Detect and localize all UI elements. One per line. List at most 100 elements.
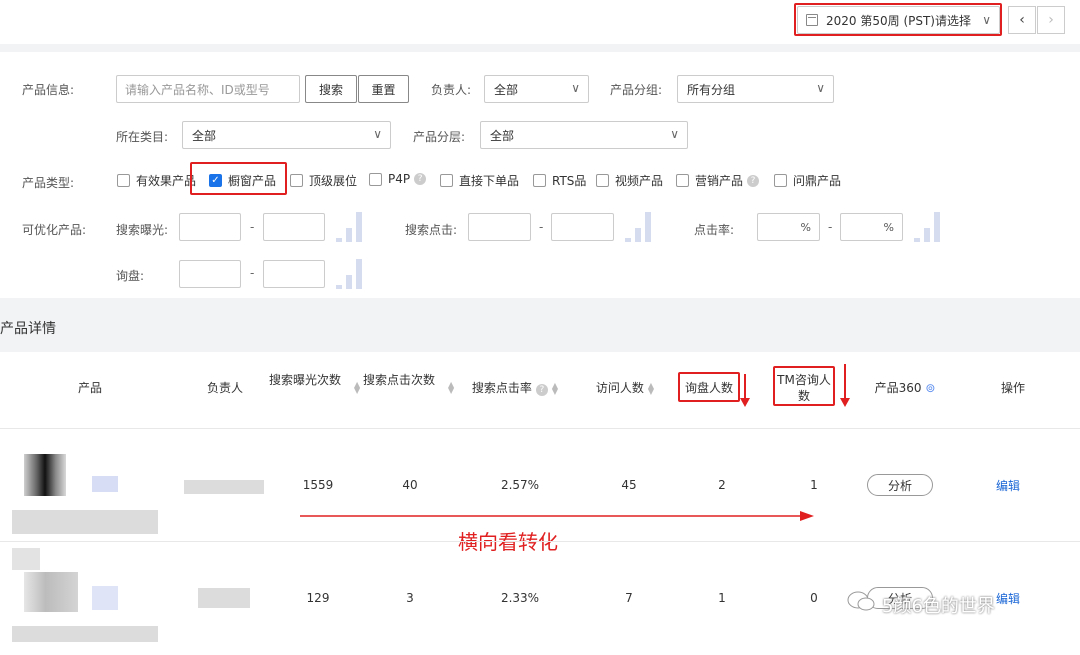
type-checkbox-wending[interactable]: 问鼎产品 (774, 172, 841, 189)
prev-week-button[interactable]: ‹ (1008, 6, 1036, 34)
chevron-left-icon: ‹ (1019, 12, 1025, 28)
tier-select[interactable]: 全部 ∨ (480, 121, 688, 149)
type-checkbox-p4p[interactable]: P4P? (369, 172, 427, 186)
bar-chart-icon (625, 212, 655, 242)
category-select[interactable]: 全部 ∨ (182, 121, 391, 149)
inquiry-min-input[interactable] (179, 260, 241, 288)
optimizable-label: 可优化产品: (22, 223, 87, 237)
checkbox-box[interactable] (533, 174, 546, 187)
percent-unit: % (883, 221, 894, 234)
exposure-min-input[interactable] (179, 213, 241, 241)
col-search-clicks[interactable]: 搜索点击次数 (362, 372, 436, 388)
range-dash: - (539, 220, 544, 234)
chevron-right-icon: › (1048, 12, 1054, 28)
owner-select[interactable]: 全部 ∨ (484, 75, 589, 103)
help-icon[interactable]: ? (535, 384, 548, 396)
cell-search-ctr: 2.57% (500, 478, 540, 492)
chevron-down-icon: ∨ (373, 127, 382, 141)
chevron-down-icon: ∨ (571, 81, 580, 95)
product-title-blur[interactable] (12, 510, 158, 534)
product-thumbnail[interactable] (24, 572, 78, 612)
col-search-ctr[interactable]: 搜索点击率? ▲ ▼ (460, 380, 570, 396)
owner-label: 负责人: (431, 83, 472, 97)
filter-panel: 产品信息: 请输入产品名称、ID或型号 搜索 重置 负责人: 全部 ∨ 产品分组… (0, 52, 1080, 298)
checkbox-box[interactable] (290, 174, 303, 187)
col-label: 搜索点击率 (471, 381, 532, 395)
edit-link[interactable]: 编辑 (996, 590, 1020, 607)
type-checkbox-top-booth[interactable]: 顶级展位 (290, 172, 357, 189)
product-search-input[interactable]: 请输入产品名称、ID或型号 (116, 75, 300, 103)
click-max-input[interactable] (551, 213, 614, 241)
range-dash: - (828, 220, 833, 234)
product-thumbnail[interactable] (12, 548, 40, 570)
exposure-max-input[interactable] (263, 213, 325, 241)
product-thumbnail[interactable] (24, 454, 66, 496)
edit-link[interactable]: 编辑 (996, 477, 1020, 494)
row-divider (0, 428, 1080, 429)
category-label: 所在类目: (116, 130, 169, 144)
next-week-button[interactable]: › (1037, 6, 1065, 34)
type-checkbox-rts[interactable]: RTS品 (533, 172, 586, 189)
owner-select-value: 全部 (494, 82, 519, 97)
col-visitors[interactable]: 访问人数 ▲ ▼ (585, 380, 665, 396)
search-click-label: 搜索点击: (405, 223, 458, 237)
cell-visitors: 7 (625, 591, 633, 605)
owner-blur (198, 588, 250, 608)
percent-unit: % (800, 221, 811, 234)
checkbox-box[interactable] (676, 174, 689, 187)
cell-tm-consult: 0 (810, 591, 818, 605)
bar-chart-icon (336, 259, 366, 289)
search-exposure-label: 搜索曝光: (116, 223, 169, 237)
product-badge (92, 476, 118, 492)
type-label: 直接下单品 (459, 174, 520, 188)
sort-icon[interactable]: ▲ ▼ (648, 381, 654, 395)
col-owner: 负责人 (206, 381, 243, 395)
help-icon[interactable]: ? (414, 173, 427, 185)
reset-button[interactable]: 重置 (358, 75, 409, 103)
type-label: 顶级展位 (309, 174, 358, 188)
sort-icon[interactable]: ▲ ▼ (448, 381, 454, 395)
group-label: 产品分组: (610, 83, 663, 97)
cell-search-ctr: 2.33% (500, 591, 540, 605)
row-divider (0, 541, 1080, 542)
ctr-max-input[interactable]: % (840, 213, 903, 241)
range-dash: - (250, 220, 255, 234)
checkbox-box[interactable] (440, 174, 453, 187)
col-search-exposure[interactable]: 搜索曝光次数 (268, 372, 342, 388)
product-badge (92, 586, 118, 610)
type-checkbox-marketing[interactable]: 营销产品? (676, 172, 760, 189)
type-checkbox-direct-order[interactable]: 直接下单品 (440, 172, 519, 189)
search-button[interactable]: 搜索 (305, 75, 357, 103)
col-label: 搜索点击次数 (362, 373, 435, 387)
sort-icon[interactable]: ▲ ▼ (354, 381, 360, 395)
ctr-min-input[interactable]: % (757, 213, 820, 241)
owner-blur (184, 480, 264, 494)
click-min-input[interactable] (468, 213, 531, 241)
checkbox-box[interactable] (369, 172, 382, 186)
wechat-icon (846, 590, 876, 612)
checkbox-box[interactable] (117, 174, 130, 187)
col-product: 产品 (77, 381, 102, 395)
col-label: 搜索曝光次数 (268, 373, 341, 387)
tier-select-value: 全部 (490, 128, 515, 143)
type-label: 问鼎产品 (793, 174, 842, 188)
cell-visitors: 45 (621, 478, 637, 492)
highlight-tm-consult (773, 366, 835, 406)
col-actions: 操作 (1000, 381, 1025, 395)
sort-icon[interactable]: ▲ ▼ (552, 381, 558, 395)
arrow-down-icon (840, 364, 850, 407)
analyze-button[interactable]: 分析 (867, 474, 933, 496)
inquiry-max-input[interactable] (263, 260, 325, 288)
ctr-label: 点击率: (694, 223, 735, 237)
product-title-blur[interactable] (12, 626, 158, 642)
checkbox-box[interactable] (596, 174, 609, 187)
help-icon[interactable]: ? (747, 174, 760, 187)
group-select[interactable]: 所有分组 ∨ (677, 75, 834, 103)
top-bar: 2020 第50周 (PST)请选择 ∨ ‹ › (0, 0, 1080, 44)
cell-search-clicks: 40 (402, 478, 418, 492)
type-checkbox-video[interactable]: 视频产品 (596, 172, 663, 189)
type-label: 营销产品 (695, 174, 744, 188)
type-checkbox-effective[interactable]: 有效果产品 (117, 172, 196, 189)
checkbox-box[interactable] (774, 174, 787, 187)
chevron-down-icon: ∨ (670, 127, 679, 141)
